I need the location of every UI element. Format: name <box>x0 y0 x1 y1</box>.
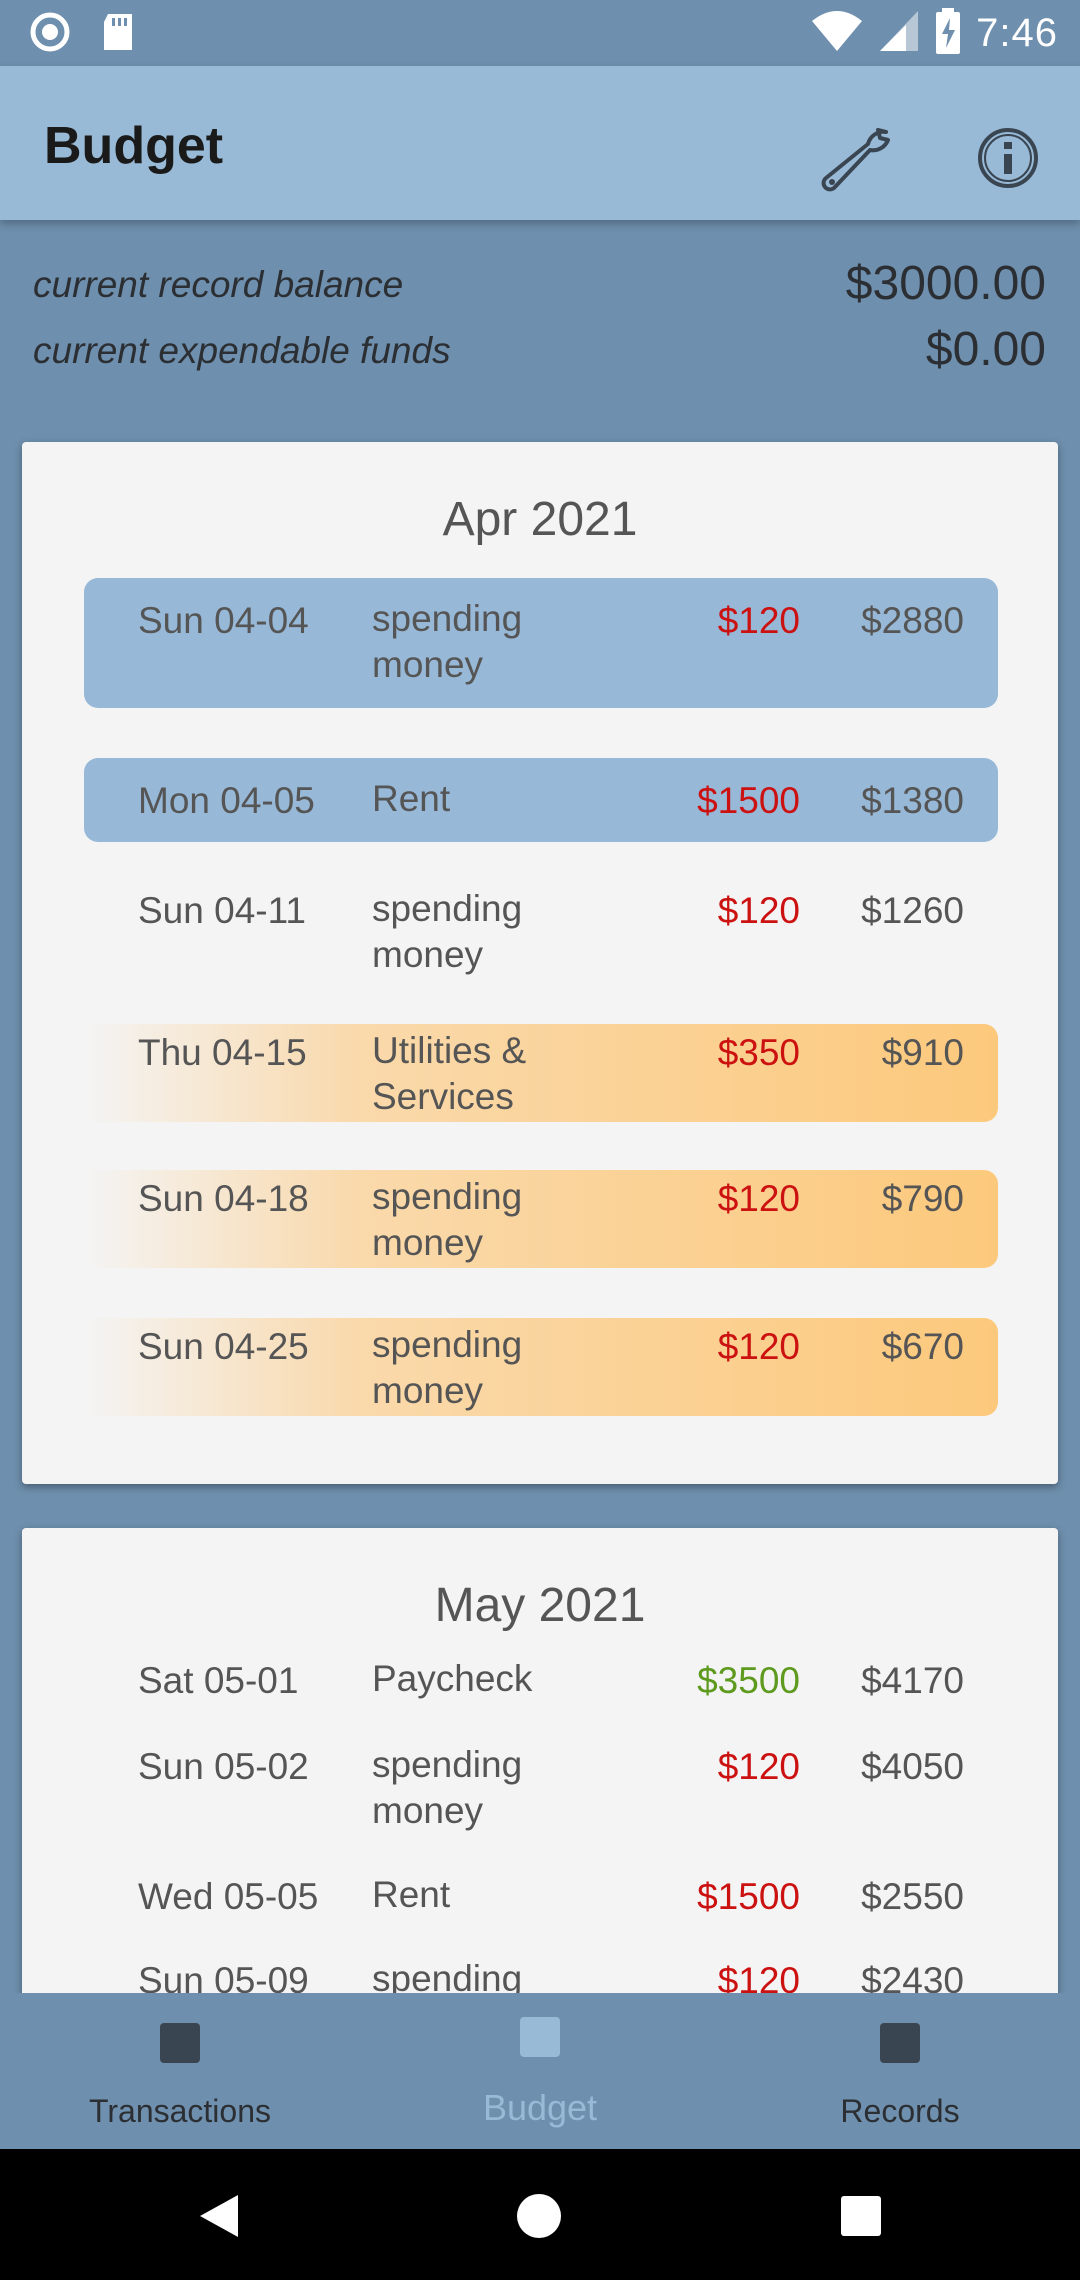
page-title: Budget <box>44 117 224 175</box>
sd-card-icon <box>100 12 136 57</box>
transactions-icon <box>160 2023 200 2063</box>
transaction-date: Sun 04-18 <box>138 1178 309 1219</box>
record-balance-value: $3000.00 <box>845 257 1046 310</box>
transaction-amount: $120 <box>717 600 800 641</box>
clock: 7:46 <box>976 11 1058 55</box>
transaction-date: Sat 05-01 <box>138 1660 299 1701</box>
transaction-row[interactable]: Thu 04-15 Utilities & Services $350 $910 <box>84 1024 998 1122</box>
expendable-funds-value: $0.00 <box>925 323 1046 376</box>
transaction-balance: $1260 <box>861 890 964 931</box>
month-card-apr: Apr 2021 Sun 04-04 spending money $120 $… <box>22 442 1058 1484</box>
transaction-description: Paycheck <box>372 1658 533 1699</box>
transaction-description: Utilities & Services <box>372 1030 527 1117</box>
nav-budget[interactable]: Budget <box>390 1993 690 2149</box>
system-navigation-bar <box>0 2149 1080 2280</box>
signal-icon <box>878 9 920 58</box>
battery-charging-icon <box>934 8 962 59</box>
transaction-amount: $1500 <box>697 780 800 821</box>
month-card-may: May 2021 Sat 05-01 Paycheck $3500 $4170 … <box>22 1528 1058 2028</box>
month-title: Apr 2021 <box>442 493 638 546</box>
balance-summary: current record balance $3000.00 current … <box>0 250 1080 382</box>
transaction-date: Sun 05-02 <box>138 1746 309 1787</box>
transaction-amount: $120 <box>717 1178 800 1219</box>
transaction-date: Wed 05-05 <box>138 1876 319 1917</box>
transaction-balance: $790 <box>881 1178 964 1219</box>
transaction-balance: $1380 <box>861 780 964 821</box>
transaction-date: Thu 04-15 <box>138 1032 307 1073</box>
transaction-row[interactable]: Sun 05-02 spending money $120 $4050 <box>84 1738 998 1848</box>
transaction-amount: $1500 <box>697 1876 800 1917</box>
transaction-description: spending money <box>372 1744 523 1831</box>
transaction-amount: $120 <box>717 1326 800 1367</box>
record-balance-row: current record balance $3000.00 <box>0 250 1080 316</box>
transaction-description: spending money <box>372 888 523 975</box>
transaction-date: Sun 04-04 <box>138 600 309 641</box>
transaction-row[interactable]: Sat 05-01 Paycheck $3500 $4170 <box>84 1652 998 1722</box>
transaction-description: spending money <box>372 1324 523 1411</box>
transaction-description: Rent <box>372 1874 451 1915</box>
transaction-row[interactable]: Sun 04-25 spending money $120 $670 <box>84 1318 998 1416</box>
recents-button[interactable] <box>840 2195 882 2242</box>
nav-label: Budget <box>482 2087 598 2128</box>
home-icon <box>517 2194 561 2238</box>
expendable-funds-label: current expendable funds <box>33 330 451 371</box>
recents-icon <box>841 2196 881 2236</box>
transaction-row[interactable]: Sun 04-04 spending money $120 $2880 <box>84 578 998 708</box>
nav-label: Transactions <box>89 2093 271 2129</box>
transaction-balance: $670 <box>881 1326 964 1367</box>
nav-label: Records <box>840 2093 960 2129</box>
transaction-balance: $4050 <box>861 1746 964 1787</box>
transaction-amount: $3500 <box>697 1660 800 1701</box>
app-bar: Budget <box>0 66 1080 220</box>
info-button[interactable] <box>960 110 1056 206</box>
status-bar: 7:46 <box>0 0 1080 66</box>
records-icon <box>880 2023 920 2063</box>
transaction-date: Mon 04-05 <box>138 780 315 821</box>
budget-icon <box>520 2017 560 2057</box>
transaction-amount: $120 <box>717 1746 800 1787</box>
back-icon <box>200 2195 238 2237</box>
month-title: May 2021 <box>434 1579 646 1632</box>
transaction-row[interactable]: Sun 04-18 spending money $120 $790 <box>84 1170 998 1268</box>
wifi-icon <box>810 9 864 58</box>
transaction-balance: $2880 <box>861 600 964 641</box>
transaction-date: Sun 04-11 <box>138 890 306 931</box>
transaction-balance: $910 <box>881 1032 964 1073</box>
info-icon <box>960 128 1056 210</box>
nav-transactions[interactable]: Transactions <box>30 1993 330 2149</box>
transaction-amount: $120 <box>717 890 800 931</box>
nav-records[interactable]: Records <box>750 1993 1050 2149</box>
home-button[interactable] <box>516 2193 562 2244</box>
transaction-description: spending money <box>372 598 523 685</box>
back-button[interactable] <box>196 2193 240 2244</box>
transaction-description: Rent <box>372 778 451 819</box>
settings-button[interactable] <box>806 110 902 206</box>
transaction-date: Sun 04-25 <box>138 1326 309 1367</box>
transaction-description: spending money <box>372 1176 523 1263</box>
record-icon <box>30 12 70 57</box>
expendable-funds-row: current expendable funds $0.00 <box>0 316 1080 382</box>
transaction-balance: $4170 <box>861 1660 964 1701</box>
transaction-row[interactable]: Sun 04-11 spending money $120 $1260 <box>84 868 998 978</box>
transaction-row[interactable]: Mon 04-05 Rent $1500 $1380 <box>84 758 998 842</box>
wrench-icon <box>806 128 902 210</box>
transaction-amount: $350 <box>717 1032 800 1073</box>
transaction-balance: $2550 <box>861 1876 964 1917</box>
transaction-row[interactable]: Wed 05-05 Rent $1500 $2550 <box>84 1868 998 1938</box>
bottom-navigation: Transactions Budget Records <box>0 1993 1080 2149</box>
record-balance-label: current record balance <box>33 264 404 305</box>
